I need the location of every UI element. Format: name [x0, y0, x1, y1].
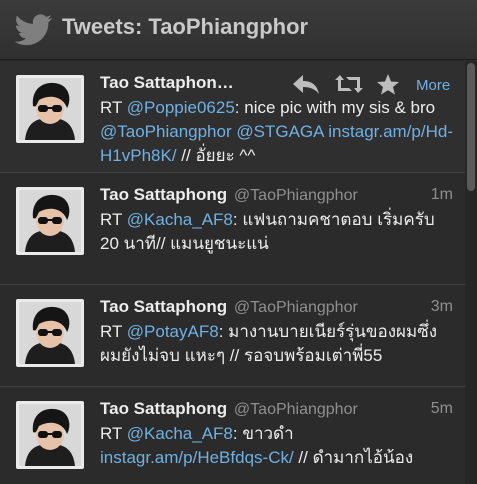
avatar[interactable]: [16, 401, 84, 469]
tweet-timestamp[interactable]: 1m: [431, 186, 453, 204]
tweet-author[interactable]: Tao Sattaphong @TaoPhiangphor: [100, 185, 358, 205]
tweet-author[interactable]: Tao Sattaphong @TaoPhiangphor: [100, 399, 358, 419]
tweet-item[interactable]: Tao Sattaphong @TaoPhiangphor 5m RT @Kac…: [0, 387, 465, 484]
twitter-bird-icon: [14, 13, 54, 47]
mention-link[interactable]: @TaoPhiangphor: [100, 122, 232, 141]
tweet-text-segment: : nice pic with my sis & bro: [234, 98, 436, 117]
tweet-author[interactable]: Tao Sattaphong @TaoPhiangphor: [100, 297, 358, 317]
avatar[interactable]: [16, 299, 84, 367]
mention-link[interactable]: @Kacha_AF8: [127, 424, 233, 443]
author-name[interactable]: Tao Sattaphong: [100, 297, 227, 316]
column-title: Tweets: TaoPhiangphor: [62, 14, 309, 39]
rt-prefix: RT: [100, 210, 127, 229]
tweet-item[interactable]: Tao Sattaphong @TaoPhiangphor 1m RT @Kac…: [0, 173, 465, 285]
tweet-text: RT @PotayAF8: มางานบายเนียร์รุ่นของผมซึ่…: [100, 320, 456, 368]
tweet-list[interactable]: Tao Sattaphon… More RT @Poppie0625: nice…: [0, 61, 465, 484]
scrollbar-thumb[interactable]: [467, 63, 475, 191]
mention-link[interactable]: @Poppie0625: [127, 98, 235, 117]
avatar[interactable]: [16, 75, 84, 143]
author-handle[interactable]: @TaoPhiangphor: [234, 299, 358, 316]
tweet-text: RT @Kacha_AF8: ขาวดำ instagr.am/p/HeBfdq…: [100, 422, 456, 470]
tweet-text: RT @Poppie0625: nice pic with my sis & b…: [100, 96, 456, 168]
tweet-text: RT @Kacha_AF8: แฟนถามคชาตอบ เริ่มครับ 20…: [100, 208, 456, 256]
url-link[interactable]: instagr.am/p/HeBfdqs-Ck/: [100, 448, 294, 467]
tweet-actions: More: [290, 71, 460, 97]
mention-link[interactable]: @Kacha_AF8: [127, 210, 233, 229]
tweet-text-segment: // อั่ยยะ ^^: [176, 146, 256, 165]
rt-prefix: RT: [100, 322, 127, 341]
author-handle[interactable]: @TaoPhiangphor: [234, 187, 358, 204]
more-menu-link[interactable]: More: [416, 77, 450, 94]
tweet-item[interactable]: Tao Sattaphon… More RT @Poppie0625: nice…: [0, 61, 465, 173]
author-name[interactable]: Tao Sattaphon…: [100, 73, 234, 92]
author-name[interactable]: Tao Sattaphong: [100, 399, 227, 418]
author-name[interactable]: Tao Sattaphong: [100, 185, 227, 204]
tweet-author[interactable]: Tao Sattaphon…: [100, 73, 234, 93]
tweet-text-segment: : ขาวดำ: [232, 424, 294, 443]
author-handle[interactable]: @TaoPhiangphor: [234, 401, 358, 418]
rt-prefix: RT: [100, 424, 127, 443]
rt-prefix: RT: [100, 98, 127, 117]
column-header: Tweets: TaoPhiangphor: [0, 0, 477, 60]
tweet-timestamp[interactable]: 5m: [431, 400, 453, 418]
avatar[interactable]: [16, 187, 84, 255]
tweet-item[interactable]: Tao Sattaphong @TaoPhiangphor 3m RT @Pot…: [0, 285, 465, 387]
mention-link[interactable]: @PotayAF8: [127, 322, 219, 341]
tweet-text-segment: // ดำมากไอ้น้อง: [293, 448, 414, 467]
tweet-timestamp[interactable]: 3m: [431, 298, 453, 316]
mention-link[interactable]: @STGAGA: [236, 122, 323, 141]
scrollbar[interactable]: [465, 61, 477, 484]
